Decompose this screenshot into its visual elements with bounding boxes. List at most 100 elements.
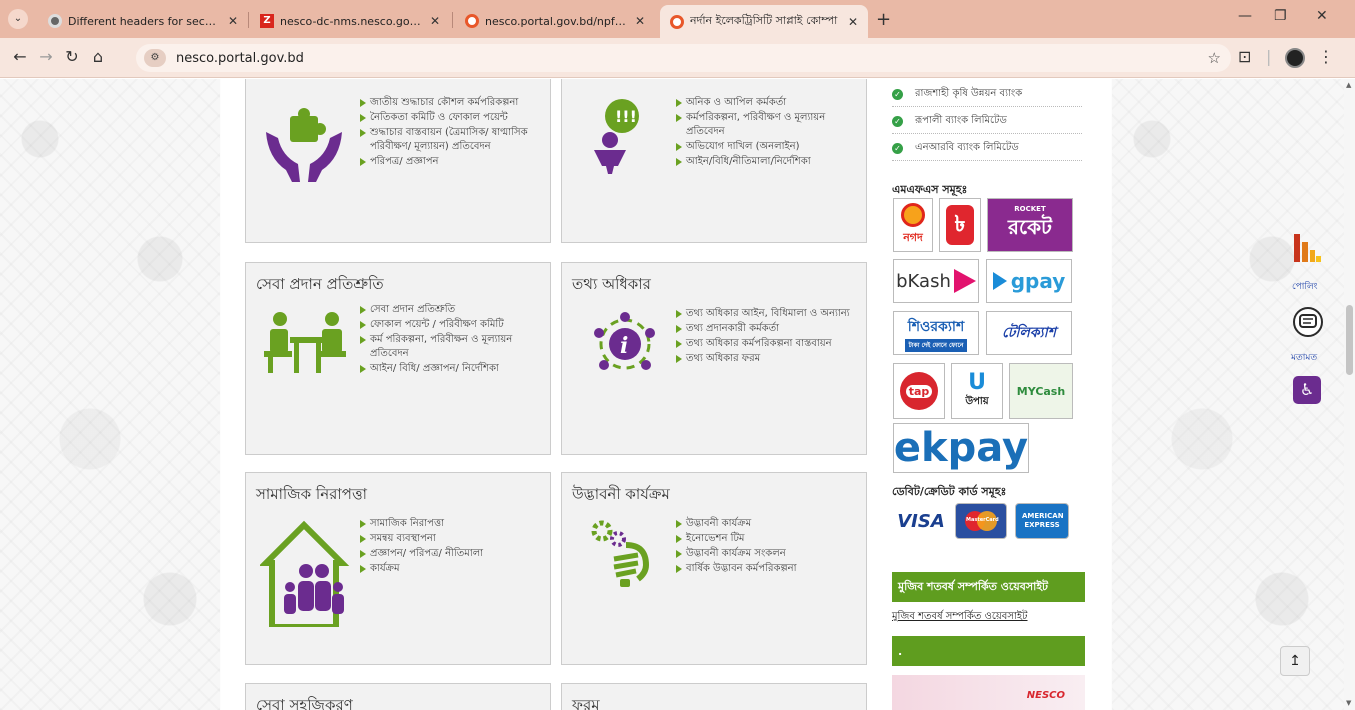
card-heading: ডেবিট/ক্রেডিট কার্ড সমূহঃ <box>892 485 1007 498</box>
list-link[interactable]: সেবা প্রদান প্রতিশ্রুতি <box>360 303 544 317</box>
home-icon[interactable]: ⌂ <box>88 47 108 66</box>
list-link[interactable]: উদ্ভাবনী কার্যক্রম <box>676 517 860 531</box>
list-link[interactable]: ইনোভেশন টিম <box>676 532 860 546</box>
list-link[interactable]: কার্যক্রম <box>360 562 544 576</box>
list-link[interactable]: শুদ্ধাচার বাস্তবায়ন (ত্রৈমাসিক/ ষাণ্মাস… <box>360 126 544 154</box>
scroll-to-top-icon[interactable]: ↥ <box>1280 646 1310 676</box>
restore-icon[interactable]: ❐ <box>1274 8 1287 24</box>
list-link[interactable]: সামাজিক নিরাপত্তা <box>360 517 544 531</box>
address-bar[interactable]: ⚙ nesco.portal.gov.bd ☆ <box>136 44 1231 72</box>
list-link[interactable]: পরিপত্র/ প্রজ্ঞাপন <box>360 155 544 169</box>
card-title[interactable]: সেবা সহজিকরণ <box>256 694 353 710</box>
gpay-logo[interactable]: gpay <box>986 259 1072 303</box>
bank-row[interactable]: ✓ রূপালী ব্যাংক লিমিটেড <box>892 110 1082 134</box>
extensions-icon[interactable]: ⊡ <box>1238 47 1251 66</box>
feedback-chat-icon[interactable] <box>1293 307 1323 337</box>
tab-npfadmin[interactable]: nesco.portal.gov.bd/npfadmin/ ✕ <box>455 6 655 36</box>
list-link[interactable]: তথ্য অধিকার আইন, বিধিমালা ও অন্যান্য <box>676 307 860 321</box>
close-tab-icon[interactable]: ✕ <box>635 14 645 28</box>
nesco-banner[interactable]: NESCO <box>892 675 1085 710</box>
close-tab-icon[interactable]: ✕ <box>228 14 238 28</box>
list-link[interactable]: নৈতিকতা কমিটি ও ফোকাল পয়েন্ট <box>360 111 544 125</box>
card-rti-list: তথ্য অধিকার আইন, বিধিমালা ও অন্যান্য তথ্… <box>676 307 860 367</box>
tab-nesco-home[interactable]: নর্দান ইলেকট্রিসিটি সাপ্লাই কোম্পা ✕ <box>660 5 868 38</box>
profile-avatar[interactable] <box>1285 48 1305 68</box>
site-info-icon[interactable]: ⚙ <box>144 49 166 67</box>
list-link[interactable]: তথ্য অধিকার ফরম <box>676 352 860 366</box>
accessibility-icon[interactable]: ♿ <box>1293 376 1321 404</box>
minimize-icon[interactable]: — <box>1238 8 1252 24</box>
list-link[interactable]: আইন/ বিধি/ প্রজ্ঞাপন/ নির্দেশিকা <box>360 362 544 376</box>
list-link[interactable]: জাতীয় শুদ্ধাচার কৌশল কর্মপরিকল্পনা <box>360 96 544 110</box>
tab-different-headers[interactable]: Different headers for sections ✕ <box>38 6 248 36</box>
poll-label[interactable]: পোলিং <box>1292 279 1318 294</box>
mycash-logo[interactable]: MYCash <box>1009 363 1073 419</box>
hands-puzzle-icon <box>260 98 350 192</box>
dbbl-logo[interactable]: ৳ <box>939 198 981 252</box>
mujib-centenary-band[interactable]: মুজিব শতবর্ষ সম্পর্কিত ওয়েবসাইট <box>892 572 1085 602</box>
card-grievance-list: অনিক ও আপিল কর্মকর্তা কর্মপরিকল্পনা, পরি… <box>676 96 860 170</box>
close-tab-icon[interactable]: ✕ <box>848 15 858 29</box>
list-link[interactable]: তথ্য প্রদানকারী কর্মকর্তা <box>676 322 860 336</box>
card-social-safety-list: সামাজিক নিরাপত্তা সমন্বয় ব্যবস্থাপনা প্… <box>360 517 544 577</box>
bookmark-star-icon[interactable]: ☆ <box>1208 49 1221 67</box>
more-menu-icon[interactable]: ⋮ <box>1318 47 1334 66</box>
list-link[interactable]: ফোকাল পয়েন্ট / পরিবীক্ষণ কমিটি <box>360 318 544 332</box>
card-title[interactable]: উদ্ভাবনী কার্যক্রম <box>572 483 670 508</box>
scroll-down-arrow-icon[interactable]: ▼ <box>1346 699 1351 707</box>
mastercard-logo[interactable]: MasterCard <box>955 503 1007 539</box>
visa-logo[interactable]: VISA <box>893 503 949 539</box>
list-link[interactable]: উদ্ভাবনী কার্যক্রম সংকলন <box>676 547 860 561</box>
list-link[interactable]: প্রজ্ঞাপন/ পরিপত্র/ নীতিমালা <box>360 547 544 561</box>
amex-label: AMERICAN EXPRESS <box>1022 512 1064 529</box>
telecash-logo[interactable]: টেলিক্যাশ <box>986 311 1072 355</box>
bank-row[interactable]: ✓ এনআরবি ব্যাংক লিমিটেড <box>892 137 1082 161</box>
upay-logo[interactable]: U উপায় <box>951 363 1003 419</box>
close-tab-icon[interactable]: ✕ <box>430 14 440 28</box>
reload-icon[interactable]: ↻ <box>62 47 82 66</box>
tab-nesco-dc-nms[interactable]: Z nesco-dc-nms.nesco.gov.bd: H ✕ <box>250 6 450 36</box>
bank-name[interactable]: এনআরবি ব্যাংক লিমিটেড <box>915 140 1019 157</box>
card-title[interactable]: সামাজিক নিরাপত্তা <box>256 483 367 508</box>
amex-logo[interactable]: AMERICAN EXPRESS <box>1015 503 1069 539</box>
list-link[interactable]: তথ্য অধিকার কর্মপরিকল্পনা বাস্তবায়ন <box>676 337 860 351</box>
list-link[interactable]: কর্মপরিকল্পনা, পরিবীক্ষণ ও মূল্যায়ন প্র… <box>676 111 860 139</box>
scrollbar-thumb[interactable] <box>1346 305 1353 375</box>
upay-label: উপায় <box>965 395 989 407</box>
forward-arrow-icon[interactable]: → <box>36 47 56 66</box>
bank-name[interactable]: রূপালী ব্যাংক লিমিটেড <box>915 113 1007 130</box>
check-circle-icon: ✓ <box>892 115 903 127</box>
card-title[interactable]: তথ্য অধিকার <box>572 273 651 298</box>
list-link[interactable]: আইন/বিধি/নীতিমালা/নির্দেশিকা <box>676 155 860 169</box>
list-link[interactable]: সমন্বয় ব্যবস্থাপনা <box>360 532 544 546</box>
bkash-logo[interactable]: bKash <box>893 259 979 303</box>
list-link[interactable]: কর্ম পরিকল্পনা, পরিবীক্ষন ও মূল্যায়ন প্… <box>360 333 544 361</box>
surecash-logo[interactable]: শিওরক্যাশ টাকা দেই ফোনে ফোনে <box>893 311 979 355</box>
nagad-logo[interactable]: নগদ <box>893 198 933 252</box>
back-arrow-icon[interactable]: ← <box>10 47 30 66</box>
list-link[interactable]: অভিযোগ দাখিল (অনলাইন) <box>676 140 860 154</box>
card-innovation-list: উদ্ভাবনী কার্যক্রম ইনোভেশন টিম উদ্ভাবনী … <box>676 517 860 577</box>
gpay-label: gpay <box>1010 269 1066 293</box>
tap-logo[interactable]: tap <box>893 363 945 419</box>
z-favicon-icon: Z <box>260 14 274 28</box>
rocket-logo[interactable]: ROCKET রকেট <box>987 198 1073 252</box>
list-link[interactable]: বার্ষিক উদ্ভাবন কর্মপরিকল্পনা <box>676 562 860 576</box>
ekpay-logo[interactable]: ekpay <box>893 423 1029 473</box>
bank-row[interactable]: ✓ রাজশাহী কৃষি উন্নয়ন ব্যাংক <box>892 83 1082 107</box>
card-title[interactable]: সেবা প্রদান প্রতিশ্রুতি <box>256 273 384 298</box>
poll-chart-icon[interactable] <box>1292 234 1322 262</box>
tab-search-icon[interactable]: ⌄ <box>8 9 28 29</box>
url-text[interactable]: nesco.portal.gov.bd <box>176 51 304 66</box>
tab-title: নর্দান ইলেকট্রিসিটি সাপ্লাই কোম্পা <box>690 14 838 27</box>
close-window-icon[interactable]: ✕ <box>1316 8 1328 24</box>
mujib-centenary-link[interactable]: মুজিব শতবর্ষ সম্পর্কিত ওয়েবসাইট <box>892 609 1028 626</box>
card-title[interactable]: ফরম <box>572 694 600 710</box>
list-link[interactable]: অনিক ও আপিল কর্মকর্তা <box>676 96 860 110</box>
new-tab-plus-icon[interactable]: + <box>876 9 891 30</box>
feedback-label[interactable]: মতামত <box>1291 350 1317 365</box>
secondary-banner-band[interactable]: . <box>892 636 1085 666</box>
page-scrollbar[interactable]: ▲ ▼ <box>1344 79 1355 710</box>
scroll-up-arrow-icon[interactable]: ▲ <box>1346 81 1351 89</box>
bank-name[interactable]: রাজশাহী কৃষি উন্নয়ন ব্যাংক <box>915 86 1022 103</box>
